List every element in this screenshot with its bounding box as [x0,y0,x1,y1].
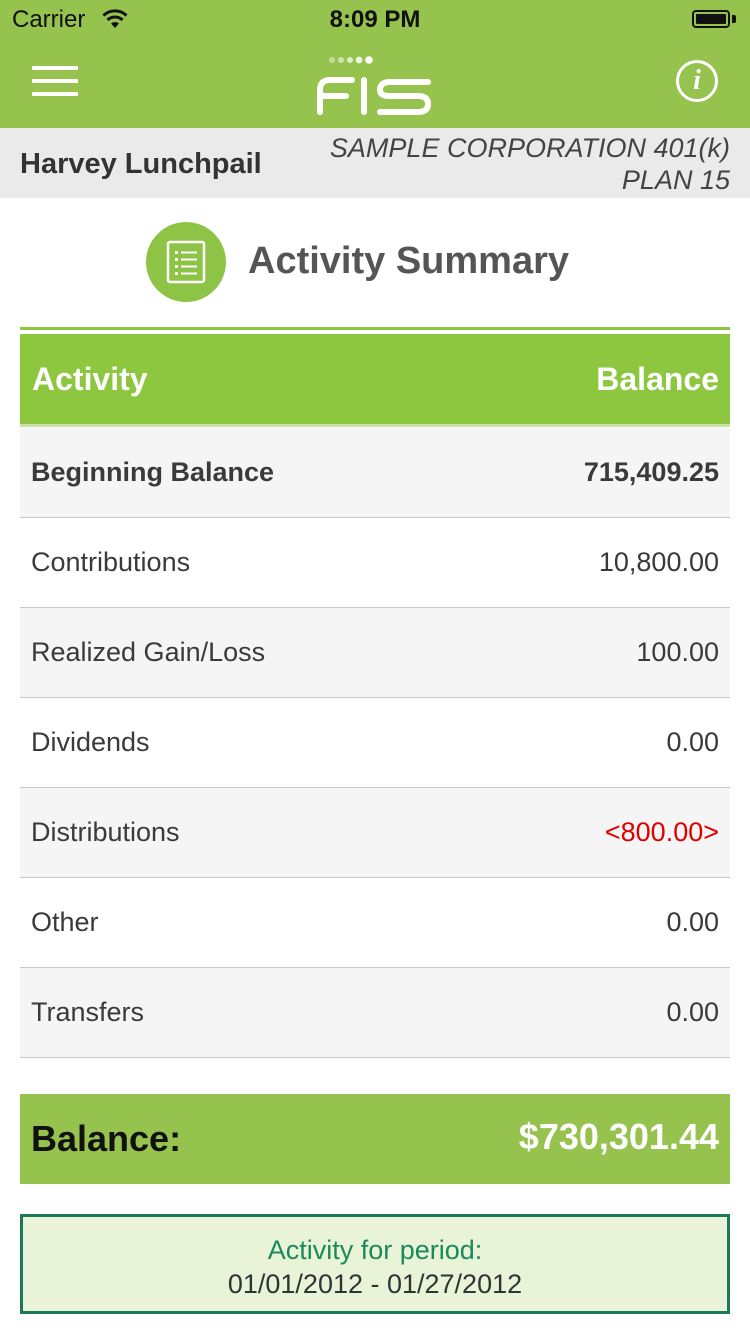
row-label: Realized Gain/Loss [31,637,266,667]
plan-name: SAMPLE CORPORATION 401(k) PLAN 15 [290,132,730,196]
row-value: 0.00 [666,997,719,1027]
row-value: 0.00 [666,727,719,757]
menu-icon[interactable] [32,66,78,100]
period-range: 01/01/2012 - 01/27/2012 [227,1269,523,1299]
status-bar: Carrier 8:09 PM [0,0,750,40]
row-value-negative: <800.00> [604,817,719,847]
balance-label: Balance: [31,1118,182,1159]
column-header-balance: Balance [596,361,719,397]
row-label: Contributions [31,547,191,577]
row-value: 100.00 [636,637,719,667]
row-label: Dividends [31,727,150,757]
row-label: Distributions [31,817,180,847]
section-header: Activity Summary [0,220,750,304]
fis-logo [317,56,431,115]
status-time: 8:09 PM [329,6,421,33]
table-header: Activity Balance [20,334,730,427]
table-row: Dividends 0.00 [20,698,730,788]
activity-period-box: Activity for period: 01/01/2012 - 01/27/… [20,1214,730,1314]
balance-bar: Balance: $730,301.44 [20,1094,730,1184]
table-row: Transfers 0.00 [20,968,730,1058]
balance-value: $730,301.44 [518,1116,719,1157]
table-divider [20,327,730,330]
table-row: Realized Gain/Loss 100.00 [20,608,730,698]
row-label: Other [31,907,99,937]
table-row: Other 0.00 [20,878,730,968]
table-row: Contributions 10,800.00 [20,518,730,608]
participant-name: Harvey Lunchpail [20,148,262,180]
table-row: Beginning Balance 715,409.25 [20,428,730,518]
row-value: 0.00 [666,907,719,937]
page-title: Activity Summary [248,240,570,282]
nav-bar: i [0,40,750,128]
activity-list[interactable]: Beginning Balance 715,409.25 Contributio… [20,428,730,1094]
battery-icon [692,10,736,30]
row-label: Beginning Balance [31,457,275,487]
table-row: Distributions <800.00> [20,788,730,878]
row-value: 10,800.00 [598,547,719,577]
period-label: Activity for period: [267,1235,483,1265]
account-bar: Harvey Lunchpail SAMPLE CORPORATION 401(… [0,128,750,198]
list-document-icon [146,222,226,302]
plan-name-line1: SAMPLE CORPORATION 401(k) [329,133,730,163]
row-label: Transfers [31,997,145,1027]
info-icon[interactable]: i [676,60,718,102]
plan-name-line2: PLAN 15 [621,165,730,195]
column-header-activity: Activity [32,361,148,397]
row-value: 715,409.25 [583,457,719,487]
